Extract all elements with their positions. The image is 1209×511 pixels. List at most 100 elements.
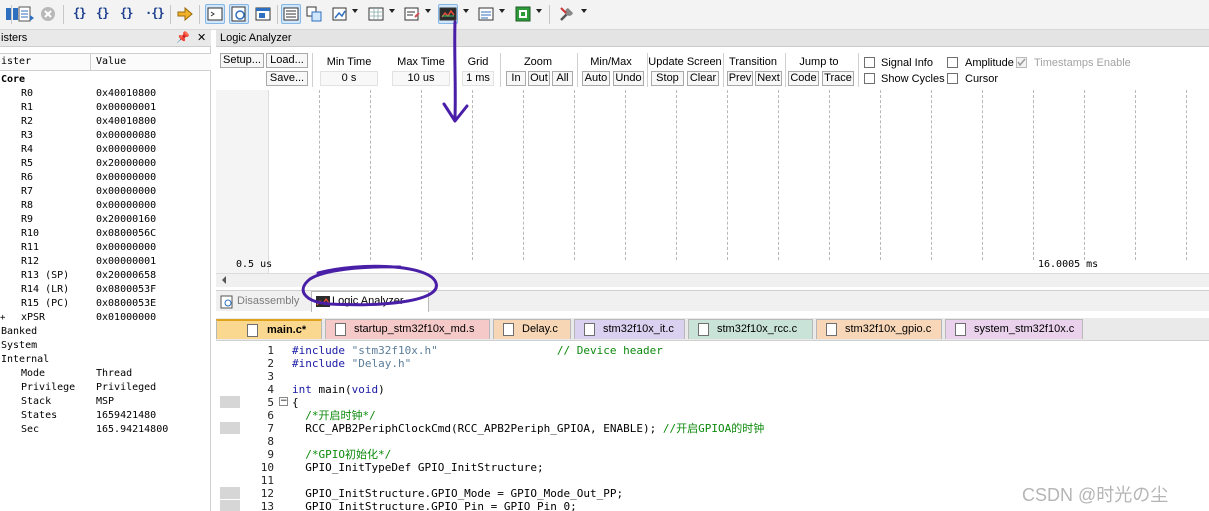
memory-window-icon[interactable] bbox=[366, 4, 386, 24]
register-value[interactable]: Thread bbox=[96, 367, 132, 381]
chevron-down-icon[interactable] bbox=[389, 9, 395, 13]
execution-marker[interactable] bbox=[220, 422, 240, 434]
register-row[interactable]: R1 0x00000001 bbox=[0, 101, 211, 115]
register-value[interactable]: 0x00000000 bbox=[96, 199, 156, 213]
zoom-out-button[interactable]: Out bbox=[528, 71, 550, 86]
register-value[interactable]: 1659421480 bbox=[96, 409, 156, 423]
command-window-icon[interactable] bbox=[205, 4, 225, 24]
analysis-window-icon[interactable] bbox=[438, 4, 458, 24]
step-out-icon[interactable]: {} bbox=[120, 6, 133, 20]
step-over-icon[interactable]: {} bbox=[96, 6, 109, 20]
register-value[interactable]: 0x20000160 bbox=[96, 213, 156, 227]
execution-marker[interactable] bbox=[220, 396, 240, 408]
symbols-window-icon[interactable] bbox=[253, 4, 273, 24]
file-tab[interactable]: stm32f10x_rcc.c bbox=[688, 319, 813, 339]
file-tab[interactable]: main.c* bbox=[216, 319, 322, 339]
register-value[interactable]: 0x00000001 bbox=[96, 255, 156, 269]
register-value[interactable]: 0x0800053E bbox=[96, 297, 156, 311]
stop-icon[interactable] bbox=[38, 4, 58, 24]
register-value[interactable]: 0x20000658 bbox=[96, 269, 156, 283]
auto-button[interactable]: Auto bbox=[582, 71, 610, 86]
register-row[interactable]: Internal bbox=[0, 353, 211, 367]
register-row[interactable]: Mode Thread bbox=[0, 367, 211, 381]
chevron-down-icon[interactable] bbox=[352, 9, 358, 13]
chevron-down-icon[interactable] bbox=[536, 9, 542, 13]
disassembly-window-icon[interactable] bbox=[229, 4, 249, 24]
chevron-down-icon[interactable] bbox=[581, 9, 587, 13]
code-line[interactable]: 3 bbox=[216, 370, 1209, 383]
file-tab[interactable]: system_stm32f10x.c bbox=[945, 319, 1083, 339]
register-value[interactable]: 0x00000000 bbox=[96, 171, 156, 185]
register-row[interactable]: R6 0x00000000 bbox=[0, 171, 211, 185]
file-tab[interactable]: stm32f10x_gpio.c bbox=[816, 319, 942, 339]
timestamps-checkbox[interactable] bbox=[1016, 57, 1027, 68]
register-value[interactable]: MSP bbox=[96, 395, 114, 409]
zoom-all-button[interactable]: All bbox=[552, 71, 573, 86]
signal-info-checkbox[interactable] bbox=[864, 57, 875, 68]
code-line[interactable]: 5−{ bbox=[216, 396, 1209, 409]
code-button[interactable]: Code bbox=[788, 71, 819, 86]
register-value[interactable]: 0x40010800 bbox=[96, 115, 156, 129]
file-tab[interactable]: stm32f10x_it.c bbox=[574, 319, 685, 339]
register-value[interactable]: 0x01000000 bbox=[96, 311, 156, 325]
register-row[interactable]: R13 (SP) 0x20000658 bbox=[0, 269, 211, 283]
execution-marker[interactable] bbox=[220, 487, 240, 499]
register-row[interactable]: + xPSR 0x01000000 bbox=[0, 311, 211, 325]
execution-marker[interactable] bbox=[220, 500, 240, 511]
register-value[interactable]: Privileged bbox=[96, 381, 156, 395]
fold-icon[interactable]: − bbox=[279, 397, 288, 406]
register-value[interactable]: 0x40010800 bbox=[96, 87, 156, 101]
amplitude-checkbox[interactable] bbox=[947, 57, 958, 68]
register-row[interactable]: R10 0x0800056C bbox=[0, 227, 211, 241]
register-value[interactable]: 0x0800053F bbox=[96, 283, 156, 297]
code-line[interactable]: 10 GPIO_InitTypeDef GPIO_InitStructure; bbox=[216, 461, 1209, 474]
system-viewer-icon[interactable] bbox=[513, 4, 533, 24]
register-row[interactable]: Core bbox=[0, 73, 211, 87]
register-row[interactable]: States 1659421480 bbox=[0, 409, 211, 423]
serial-window-icon[interactable] bbox=[402, 4, 422, 24]
trace-button[interactable]: Trace bbox=[822, 71, 854, 86]
register-row[interactable]: R8 0x00000000 bbox=[0, 199, 211, 213]
run-icon[interactable] bbox=[16, 4, 36, 24]
register-value[interactable]: 0x00000000 bbox=[96, 185, 156, 199]
register-row[interactable]: R3 0x00000080 bbox=[0, 129, 211, 143]
code-line[interactable]: 8 bbox=[216, 435, 1209, 448]
chevron-down-icon[interactable] bbox=[499, 9, 505, 13]
code-line[interactable]: 4 int main(void) bbox=[216, 383, 1209, 396]
register-row[interactable]: System bbox=[0, 339, 211, 353]
zoom-in-button[interactable]: In bbox=[506, 71, 526, 86]
call-stack-window-icon[interactable] bbox=[304, 4, 324, 24]
file-tab[interactable]: Delay.c bbox=[493, 319, 571, 339]
register-value[interactable]: 0x20000000 bbox=[96, 157, 156, 171]
chevron-down-icon[interactable] bbox=[463, 9, 469, 13]
load-button[interactable]: Load... bbox=[266, 53, 308, 68]
register-row[interactable]: R14 (LR) 0x0800053F bbox=[0, 283, 211, 297]
register-row[interactable]: R11 0x00000000 bbox=[0, 241, 211, 255]
stop-button[interactable]: Stop bbox=[651, 71, 684, 86]
step-into-icon[interactable]: {} bbox=[73, 6, 86, 20]
watch-window-icon[interactable] bbox=[330, 4, 350, 24]
register-value[interactable]: 0x00000000 bbox=[96, 241, 156, 255]
register-row[interactable]: R2 0x40010800 bbox=[0, 115, 211, 129]
register-row[interactable]: Sec 165.94214800 bbox=[0, 423, 211, 437]
prev-button[interactable]: Prev bbox=[727, 71, 753, 86]
register-row[interactable]: R9 0x20000160 bbox=[0, 213, 211, 227]
register-row[interactable]: R0 0x40010800 bbox=[0, 87, 211, 101]
toolbox-icon[interactable] bbox=[557, 4, 577, 24]
register-row[interactable]: R15 (PC) 0x0800053E bbox=[0, 297, 211, 311]
save-button[interactable]: Save... bbox=[266, 71, 308, 86]
setup-button[interactable]: Setup... bbox=[220, 53, 264, 68]
show-next-statement-icon[interactable] bbox=[175, 4, 195, 24]
register-row[interactable]: R12 0x00000001 bbox=[0, 255, 211, 269]
register-row[interactable]: R7 0x00000000 bbox=[0, 185, 211, 199]
cursor-checkbox[interactable] bbox=[947, 73, 958, 84]
register-row[interactable]: Privilege Privileged bbox=[0, 381, 211, 395]
register-value[interactable]: 0x00000001 bbox=[96, 101, 156, 115]
code-line[interactable]: 2 #include "Delay.h" bbox=[216, 357, 1209, 370]
pin-icon[interactable]: 📌 bbox=[176, 31, 190, 44]
register-row[interactable]: Stack MSP bbox=[0, 395, 211, 409]
file-tab[interactable]: startup_stm32f10x_md.s bbox=[325, 319, 490, 339]
code-line[interactable]: 7 RCC_APB2PeriphClockCmd(RCC_APB2Periph_… bbox=[216, 422, 1209, 435]
register-value[interactable]: 0x0800056C bbox=[96, 227, 156, 241]
code-line[interactable]: 6 /*开启时钟*/ bbox=[216, 409, 1209, 422]
